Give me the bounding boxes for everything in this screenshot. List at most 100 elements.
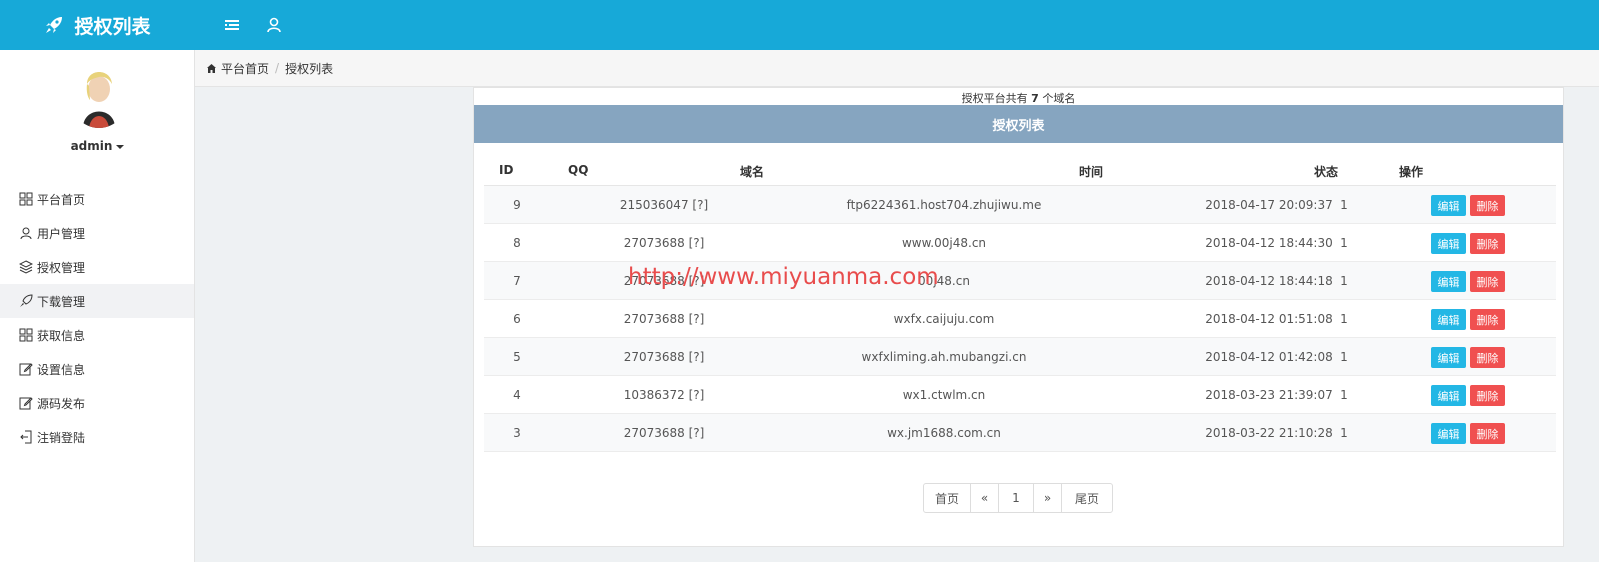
cell-domain: wxfxliming.ah.mubangzi.cn	[861, 350, 1027, 364]
cell-qq: 27073688 [?]	[623, 236, 705, 250]
sidebar-item-label: 获取信息	[37, 328, 86, 343]
menu-toggle-icon[interactable]	[223, 16, 241, 34]
table-row: 8 27073688 [?] www.00j48.cn 2018-04-12 18:4…	[484, 224, 1556, 262]
user-menu[interactable]: admin	[0, 139, 195, 153]
sidebar-item-auth[interactable]: 授权管理	[0, 250, 194, 284]
delete-button[interactable]: 删除	[1470, 195, 1505, 216]
cell-qq: 10386372 [?]	[623, 388, 705, 402]
avatar[interactable]	[69, 62, 129, 128]
edit-button[interactable]: 编辑	[1431, 347, 1466, 368]
cell-id: 7	[513, 274, 521, 288]
cell-status: 1	[1340, 350, 1348, 364]
rocket-icon	[20, 294, 33, 307]
home-icon	[207, 63, 216, 73]
summary-suffix: 个域名	[1042, 92, 1076, 105]
cell-time: 2018-04-17 20:09:37	[1205, 198, 1333, 212]
table-row: 5 27073688 [?] wxfxliming.ah.mubangzi.cn 20…	[484, 338, 1556, 376]
grid-icon	[19, 328, 33, 342]
edit-icon	[19, 363, 33, 376]
brand: 授权列表	[0, 0, 195, 50]
delete-button[interactable]: 删除	[1470, 423, 1505, 444]
edit-button[interactable]: 编辑	[1431, 195, 1466, 216]
sidebar-item-home[interactable]: 平台首页	[0, 182, 194, 216]
cell-time: 2018-04-12 18:44:18	[1205, 274, 1333, 288]
column-header-id: ID	[499, 163, 514, 177]
delete-button[interactable]: 删除	[1470, 347, 1505, 368]
sidebar-item-label: 设置信息	[37, 362, 86, 377]
cell-time: 2018-03-22 21:10:28	[1205, 426, 1333, 440]
page-last[interactable]: 尾页	[1062, 484, 1112, 512]
cell-status: 1	[1340, 426, 1348, 440]
table-body: 9 215036047 [?] ftp6224361.host704.zhujiwu…	[484, 186, 1556, 452]
sidebar-item-downloads[interactable]: 下载管理	[0, 284, 194, 318]
cell-qq: 27073688 [?]	[623, 350, 705, 364]
breadcrumb-home[interactable]: 平台首页	[221, 60, 269, 77]
cell-domain: wx.jm1688.com.cn	[887, 426, 1001, 440]
sidebar-item-info[interactable]: 获取信息	[0, 318, 194, 352]
breadcrumb-separator: /	[275, 61, 280, 75]
cell-domain: www.00j48.cn	[901, 236, 987, 250]
edit-button[interactable]: 编辑	[1431, 233, 1466, 254]
table-row: 4 10386372 [?] wx1.ctwlm.cn 2018-03-23 21:3…	[484, 376, 1556, 414]
delete-button[interactable]: 删除	[1470, 309, 1505, 330]
page-prev[interactable]: «	[971, 484, 999, 512]
rocket-icon	[46, 17, 63, 33]
logout-icon	[20, 430, 32, 444]
cell-status: 1	[1340, 274, 1348, 288]
cell-id: 4	[513, 388, 521, 402]
sidebar-item-label: 用户管理	[37, 226, 86, 241]
cell-status: 1	[1340, 236, 1348, 250]
caret-down-icon	[116, 144, 125, 149]
domain-count-summary: 授权平台共有 7 个域名	[474, 90, 1563, 106]
panel-title: 授权列表	[992, 118, 1045, 134]
edit-button[interactable]: 编辑	[1431, 309, 1466, 330]
edit-button[interactable]: 编辑	[1431, 271, 1466, 292]
delete-button[interactable]: 删除	[1470, 385, 1505, 406]
grid-icon	[19, 192, 33, 206]
sidebar-menu: 平台首页 用户管理 授权管理 下载管理 获取信息 设置信息 源码发布 注销登陆	[0, 182, 194, 454]
sidebar-item-users[interactable]: 用户管理	[0, 216, 194, 250]
layers-icon	[19, 260, 33, 274]
cell-status: 1	[1340, 388, 1348, 402]
cell-time: 2018-04-12 01:42:08	[1205, 350, 1333, 364]
cell-id: 6	[513, 312, 521, 326]
page-next[interactable]: »	[1034, 484, 1062, 512]
user-icon[interactable]	[265, 16, 283, 34]
auth-list-panel: 授权平台共有 7 个域名 授权列表 ID QQ 域名 时间 状态 操作 9 215…	[473, 87, 1564, 547]
edit-button[interactable]: 编辑	[1431, 385, 1466, 406]
edit-button[interactable]: 编辑	[1431, 423, 1466, 444]
sidebar-item-logout[interactable]: 注销登陆	[0, 420, 194, 454]
cell-qq: 27073688 [?]	[623, 312, 705, 326]
sidebar-item-settings[interactable]: 设置信息	[0, 352, 194, 386]
user-icon	[20, 227, 32, 240]
cell-domain: ftp6224361.host704.zhujiwu.me	[846, 198, 1042, 212]
delete-button[interactable]: 删除	[1470, 271, 1505, 292]
column-header-qq: QQ	[568, 163, 589, 177]
cell-time: 2018-04-12 01:51:08	[1205, 312, 1333, 326]
cell-id: 3	[513, 426, 521, 440]
sidebar: admin 平台首页 用户管理 授权管理 下载管理 获取信息 设置信息 源码发布…	[0, 50, 195, 562]
column-header-status: 状态	[1314, 165, 1339, 179]
sidebar-item-label: 源码发布	[37, 396, 86, 411]
cell-id: 9	[513, 198, 521, 212]
cell-id: 5	[513, 350, 521, 364]
sidebar-item-label: 平台首页	[37, 192, 86, 207]
cell-time: 2018-04-12 18:44:30	[1205, 236, 1333, 250]
page-first[interactable]: 首页	[924, 484, 971, 512]
breadcrumb-current: 授权列表	[285, 61, 334, 76]
breadcrumb: 平台首页 / 授权列表	[195, 50, 1599, 87]
cell-status: 1	[1340, 312, 1348, 326]
delete-button[interactable]: 删除	[1470, 233, 1505, 254]
column-header-action: 操作	[1399, 165, 1424, 179]
cell-id: 8	[513, 236, 521, 250]
page-current[interactable]: 1	[999, 484, 1034, 512]
panel-header: 授权列表	[474, 105, 1563, 143]
cell-time: 2018-03-23 21:39:07	[1205, 388, 1333, 402]
table-header: ID QQ 域名 时间 状态 操作	[484, 154, 1556, 186]
column-header-time: 时间	[1079, 165, 1104, 179]
sidebar-item-publish[interactable]: 源码发布	[0, 386, 194, 420]
sidebar-item-label: 授权管理	[37, 260, 86, 275]
table-row: 6 27073688 [?] wxfx.caijuju.com 2018-04-12 …	[484, 300, 1556, 338]
table-row: 3 27073688 [?] wx.jm1688.com.cn 2018-03-22 …	[484, 414, 1556, 452]
watermark: http://www.miyuanma.com	[628, 264, 939, 290]
